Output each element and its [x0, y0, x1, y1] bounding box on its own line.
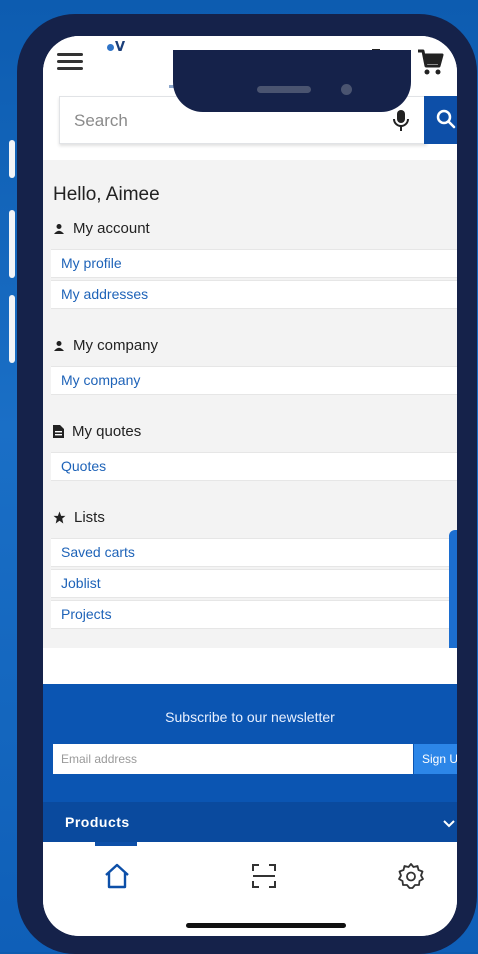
link-my-company[interactable]: My company	[51, 366, 457, 395]
email-field[interactable]	[53, 744, 413, 774]
phone-speaker	[257, 86, 311, 93]
section-my-company: My company	[53, 337, 158, 359]
section-title: My quotes	[72, 423, 142, 440]
brand-logo[interactable]: V	[107, 40, 135, 58]
menu-icon[interactable]	[57, 53, 83, 71]
link-projects[interactable]: Projects	[51, 600, 457, 629]
section-title: My account	[73, 220, 150, 237]
phone-notch	[173, 50, 411, 112]
person-icon	[54, 341, 64, 351]
phone-screen: V Search Hello, Aimee My account My prof…	[43, 36, 457, 936]
link-joblist[interactable]: Joblist	[51, 569, 457, 598]
microphone-icon[interactable]	[392, 109, 410, 133]
link-my-addresses[interactable]: My addresses	[51, 280, 457, 309]
products-label: Products	[65, 814, 130, 830]
phone-camera	[341, 84, 352, 95]
content-spacer	[43, 648, 457, 684]
active-tab-indicator	[95, 842, 137, 846]
section-title: My company	[73, 337, 159, 354]
greeting-heading: Hello, Aimee	[53, 184, 160, 205]
search-button[interactable]	[424, 96, 457, 144]
products-accordion[interactable]: Products	[43, 802, 457, 846]
account-menu: Hello, Aimee My account My profile My ad…	[43, 160, 457, 684]
section-title: Lists	[74, 509, 105, 526]
person-icon	[54, 224, 64, 234]
home-icon[interactable]	[103, 862, 131, 890]
bottom-navigation	[43, 842, 457, 936]
newsletter-title: Subscribe to our newsletter	[165, 709, 335, 725]
link-my-profile[interactable]: My profile	[51, 249, 457, 278]
star-icon	[53, 511, 66, 524]
phone-volume-up-button	[9, 210, 15, 278]
link-quotes[interactable]: Quotes	[51, 452, 457, 481]
document-icon	[53, 425, 64, 438]
link-saved-carts[interactable]: Saved carts	[51, 538, 457, 567]
section-my-account: My account	[53, 220, 150, 242]
signup-button[interactable]: Sign U	[414, 744, 457, 774]
search-icon	[436, 109, 456, 129]
phone-side-button	[9, 140, 15, 178]
feedback-side-tab[interactable]	[449, 530, 457, 662]
phone-volume-down-button	[9, 295, 15, 363]
section-my-quotes: My quotes	[53, 423, 141, 445]
section-lists: Lists	[53, 509, 105, 531]
home-indicator[interactable]	[186, 923, 346, 928]
settings-icon[interactable]	[397, 862, 425, 890]
newsletter-section: Subscribe to our newsletter Sign U	[43, 684, 457, 802]
scan-icon[interactable]	[250, 862, 278, 890]
cart-icon[interactable]	[416, 48, 444, 76]
chevron-down-icon	[443, 820, 455, 828]
